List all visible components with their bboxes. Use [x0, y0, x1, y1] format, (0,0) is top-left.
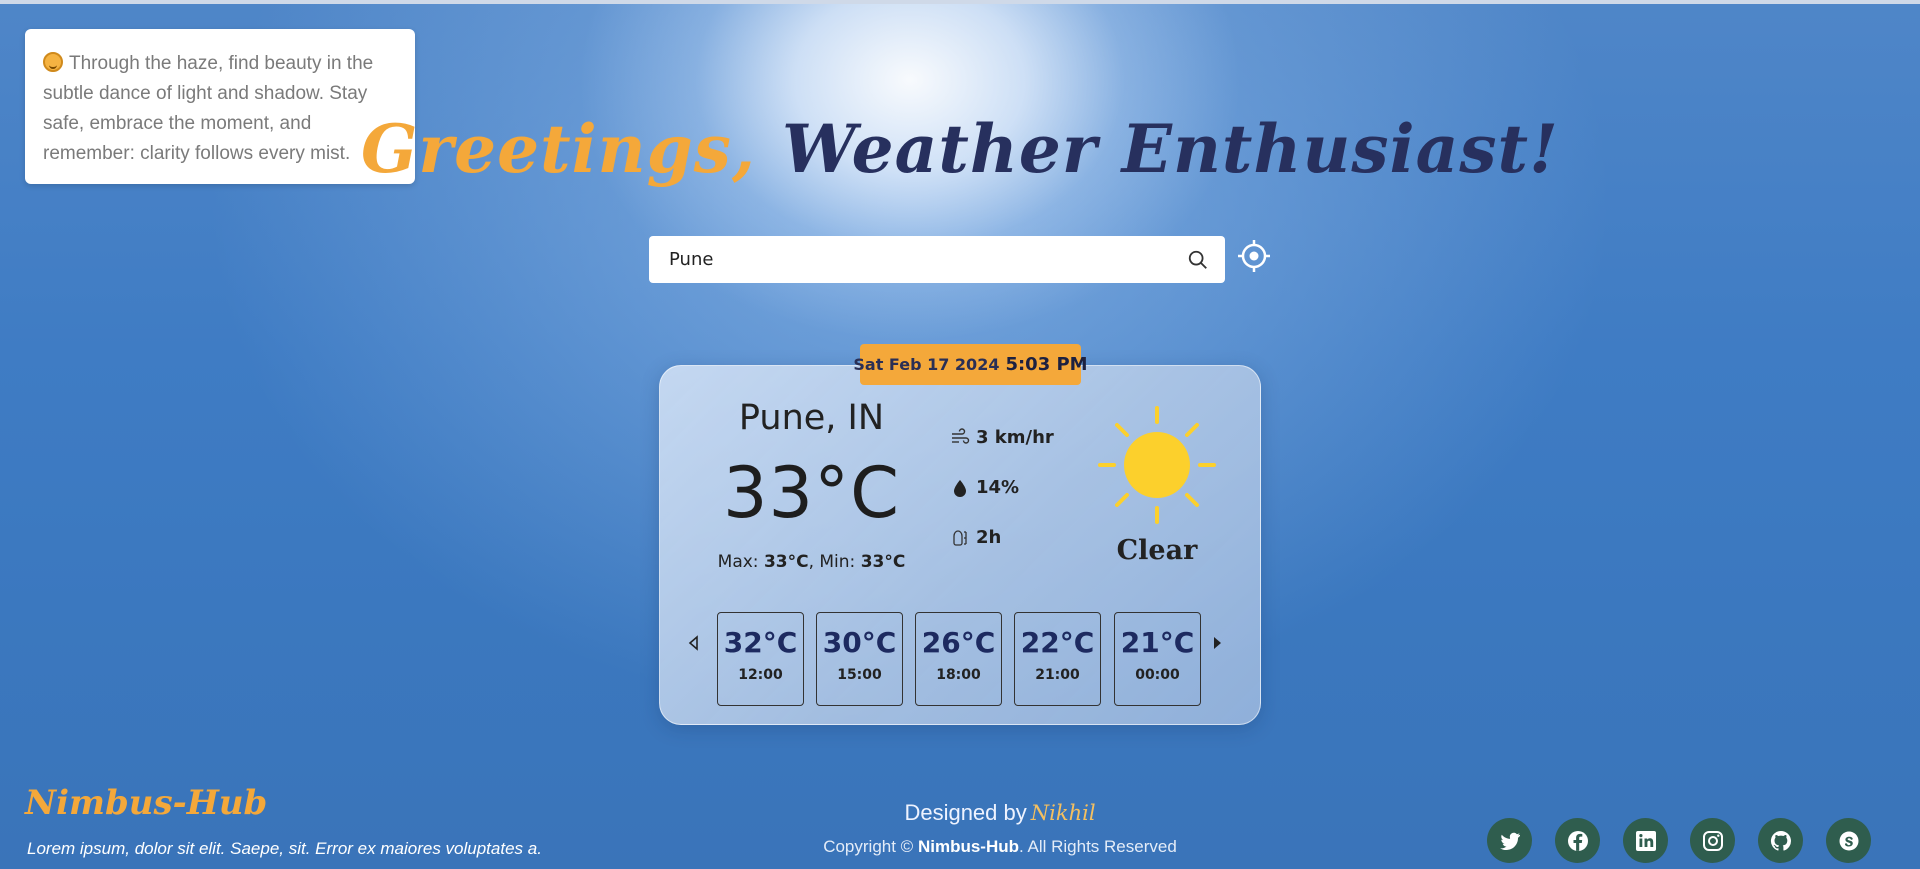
twitter-icon	[1499, 832, 1520, 850]
top-bar	[0, 0, 1920, 4]
min-label: Min:	[819, 552, 856, 572]
next-arrow-icon[interactable]	[1211, 632, 1225, 654]
humidity-value: 14%	[976, 477, 1020, 498]
search-icon[interactable]	[1187, 249, 1209, 271]
wind-speed: 3 km/hr	[976, 427, 1054, 448]
wind-stat: 3 km/hr	[950, 427, 1054, 448]
wind-icon	[952, 427, 970, 444]
hourly-time: 00:00	[1135, 667, 1180, 683]
min-value: 33°C	[860, 552, 906, 572]
hourly-temp: 30°C	[822, 626, 897, 659]
hourly-forecast-card[interactable]: 21°C 00:00	[1114, 612, 1201, 706]
date-text: Sat Feb 17 2024	[853, 355, 1000, 374]
max-label: Max:	[717, 552, 759, 572]
current-temperature: 33°C	[723, 452, 900, 534]
duration-stat: 2h	[950, 527, 1001, 548]
min-max-temperature: Max: 33°C, Min: 33°C	[717, 552, 906, 572]
instagram-icon	[1702, 830, 1723, 851]
sun-icon	[1098, 406, 1216, 524]
weather-condition: Clear	[1116, 535, 1198, 566]
instagram-link[interactable]	[1690, 818, 1735, 863]
search-box	[649, 236, 1225, 283]
designed-by-label: Designed by	[904, 800, 1027, 825]
hourly-temp: 21°C	[1120, 626, 1195, 659]
author-name[interactable]: Nikhil	[1031, 801, 1096, 825]
greeting-text: Greetings,	[360, 110, 756, 188]
linkedin-link[interactable]	[1623, 818, 1668, 863]
skype-link[interactable]	[1826, 818, 1871, 863]
hourly-time: 18:00	[936, 667, 981, 683]
hourly-temp: 26°C	[921, 626, 996, 659]
facebook-link[interactable]	[1555, 818, 1600, 863]
max-value: 33°C	[763, 552, 809, 572]
facebook-icon	[1567, 830, 1588, 851]
github-link[interactable]	[1758, 818, 1803, 863]
city-name: Pune, IN	[738, 398, 885, 438]
hourly-forecast-card[interactable]: 26°C 18:00	[915, 612, 1002, 706]
copyright-brand: Nimbus-Hub	[917, 837, 1019, 856]
hourly-forecast-card[interactable]: 32°C 12:00	[717, 612, 804, 706]
humidity-stat: 14%	[950, 477, 1019, 498]
hourly-forecast-card[interactable]: 30°C 15:00	[816, 612, 903, 706]
location-crosshair-icon[interactable]	[1237, 239, 1271, 273]
copyright-suffix: . All Rights Reserved	[1019, 837, 1177, 856]
hourly-time: 15:00	[837, 667, 882, 683]
droplet-icon	[954, 479, 966, 497]
hourly-time: 21:00	[1035, 667, 1080, 683]
timer-icon	[953, 529, 967, 546]
skype-icon	[1839, 831, 1858, 850]
smile-sun-icon	[43, 52, 63, 72]
datetime-badge: Sat Feb 17 2024 5:03 PM	[853, 344, 1088, 385]
github-icon	[1770, 830, 1791, 851]
hourly-time: 12:00	[738, 667, 783, 683]
copyright-prefix: Copyright ©	[823, 837, 914, 856]
duration-value: 2h	[976, 527, 1002, 548]
prev-arrow-icon[interactable]	[686, 632, 700, 654]
hourly-temp: 22°C	[1020, 626, 1095, 659]
twitter-link[interactable]	[1487, 818, 1532, 863]
hourly-temp: 32°C	[723, 626, 798, 659]
greeting-heading: Greetings, Weather Enthusiast!	[0, 110, 1920, 188]
greeting-subtitle: Weather Enthusiast!	[781, 110, 1560, 188]
hourly-forecast-card[interactable]: 22°C 21:00	[1014, 612, 1101, 706]
search-input[interactable]	[667, 248, 1187, 271]
linkedin-icon	[1635, 830, 1656, 851]
time-text: 5:03 PM	[1005, 354, 1088, 375]
